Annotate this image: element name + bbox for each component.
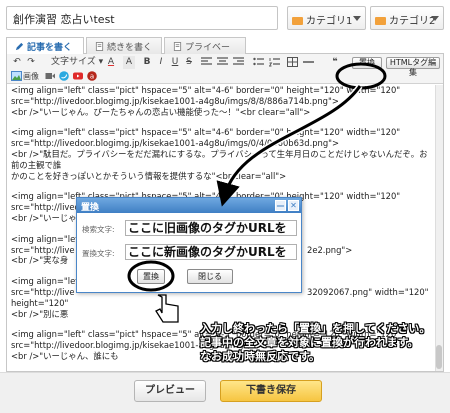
amazon-icon[interactable]: a: [87, 71, 97, 81]
content-line-part: 2e2.png">: [307, 244, 353, 255]
dialog-replace-button[interactable]: 置換: [137, 269, 165, 284]
folder-icon: [375, 17, 386, 25]
undo-icon[interactable]: ↶: [11, 56, 23, 69]
content-line: <br />"別に悪: [11, 308, 69, 319]
content-line: <img align="left" class="pict" hspace="5…: [11, 85, 401, 95]
bold-button[interactable]: B: [141, 56, 153, 69]
tab-continue[interactable]: 続きを書く: [86, 37, 162, 54]
content-line-part: src="http://live: [11, 286, 75, 297]
callout-line: なお成功時無反応です。: [200, 350, 320, 363]
hr-icon[interactable]: [303, 57, 314, 67]
table-icon[interactable]: [287, 57, 298, 67]
content-line-part: src="http://live: [11, 244, 75, 255]
tab-private[interactable]: プライベート: [164, 37, 246, 66]
category1-label: カテゴリ1: [306, 16, 353, 27]
image-label[interactable]: 画像: [23, 70, 39, 83]
category1-select[interactable]: カテゴリ1: [287, 6, 366, 30]
bg-color-button[interactable]: A: [123, 56, 135, 69]
instruction-callout: 入力し終わったら「置換」を押してください。 記事中の全文章を対象に置換が行われま…: [200, 322, 448, 364]
italic-button[interactable]: I: [155, 56, 167, 69]
folder-icon: [292, 17, 303, 25]
content-line: height="120": [11, 297, 69, 308]
save-draft-button[interactable]: 下書き保存: [220, 380, 322, 402]
tab-write-article[interactable]: 記事を書く: [6, 37, 84, 55]
content-line: <br />"いーじゃん。ぴーたちゃんの恋占い機能使った～！"<br clear…: [11, 106, 311, 117]
align-center-icon[interactable]: [217, 57, 228, 67]
replace-button[interactable]: 置換: [352, 57, 382, 69]
html-tag-edit-button[interactable]: HTMLタグ編集: [386, 57, 440, 77]
article-title-input[interactable]: 創作演習 恋占いtest: [6, 6, 278, 30]
content-line: かのことを好きっぽいとかそういう情報を提供するな"<br clear="all"…: [11, 170, 287, 181]
twitter-icon[interactable]: [59, 71, 69, 81]
title-bar: 創作演習 恋占いtest カテゴリ1 カテゴリ2: [6, 6, 444, 32]
preview-button[interactable]: プレビュー: [134, 380, 206, 402]
content-line: <br />"駄目だ。プライバシーをだだ漏れにするな。プライバシーって生年月日の…: [11, 148, 428, 170]
dialog-titlebar[interactable]: 置換 — ✕: [77, 198, 301, 213]
chevron-down-icon: [353, 16, 361, 21]
tab-write-article-label: 記事を書く: [27, 43, 73, 53]
align-left-icon[interactable]: [201, 57, 212, 67]
category2-label: カテゴリ2: [389, 16, 436, 27]
content-line: <img align="left" class="pict" hspace="5…: [11, 127, 401, 138]
content-line: src="http://livedoor.blogimg.jp/kisekae1…: [11, 138, 340, 149]
numbered-list-icon[interactable]: [269, 57, 280, 67]
callout-line: 入力し終わったら「置換」を押してください。: [200, 322, 431, 335]
image-icon[interactable]: [11, 71, 22, 81]
document-icon: [95, 42, 104, 51]
text-color-button[interactable]: A: [105, 56, 117, 69]
video-icon[interactable]: [45, 71, 55, 81]
dialog-close-button[interactable]: 閉じる: [187, 269, 233, 284]
document-icon: [173, 42, 182, 51]
align-right-icon[interactable]: [233, 57, 244, 67]
minimize-icon[interactable]: —: [275, 200, 286, 211]
category2-select[interactable]: カテゴリ2: [370, 6, 444, 30]
search-input[interactable]: ここに旧画像のタグかURLを: [125, 220, 297, 236]
underline-button[interactable]: U: [169, 56, 181, 69]
pencil-icon: [15, 42, 24, 51]
dialog-title: 置換: [81, 203, 100, 213]
search-label: 検索文字:: [82, 225, 115, 234]
font-size-select[interactable]: 文字サイズ ▾: [51, 56, 103, 69]
strike-button[interactable]: S: [183, 56, 195, 69]
replace-label: 置換文字:: [82, 249, 115, 258]
svg-text:a: a: [90, 73, 94, 81]
footer-bar: プレビュー 下書き保存: [0, 372, 450, 413]
redo-icon[interactable]: ↷: [25, 56, 37, 69]
chevron-down-icon: [431, 16, 439, 21]
editor-toolbar: ↶ ↷ 文字サイズ ▾ A A B I U S ❝ 置換 HTMLタグ編集 画像…: [7, 54, 443, 84]
youtube-icon[interactable]: [73, 71, 83, 81]
content-line: src="http://livedoor.blogimg.jp/kisekae1…: [11, 95, 339, 106]
font-size-label: 文字サイズ: [51, 57, 96, 67]
replace-dialog: 置換 — ✕ 検索文字: ここに旧画像のタグかURLを 置換文字: ここに新画像…: [76, 197, 302, 293]
list-icon[interactable]: [253, 57, 264, 67]
quote-icon[interactable]: ❝: [329, 56, 341, 69]
tab-continue-label: 続きを書く: [107, 43, 153, 53]
content-line-part: 32092067.png" width="120": [307, 286, 429, 297]
replace-input[interactable]: ここに新画像のタグかURLを: [125, 244, 297, 260]
close-icon[interactable]: ✕: [288, 200, 299, 211]
editor-tabs: 記事を書く 続きを書く プライベート: [6, 37, 444, 66]
callout-line: 記事中の全文章を対象に置換が行われます。: [200, 336, 419, 349]
